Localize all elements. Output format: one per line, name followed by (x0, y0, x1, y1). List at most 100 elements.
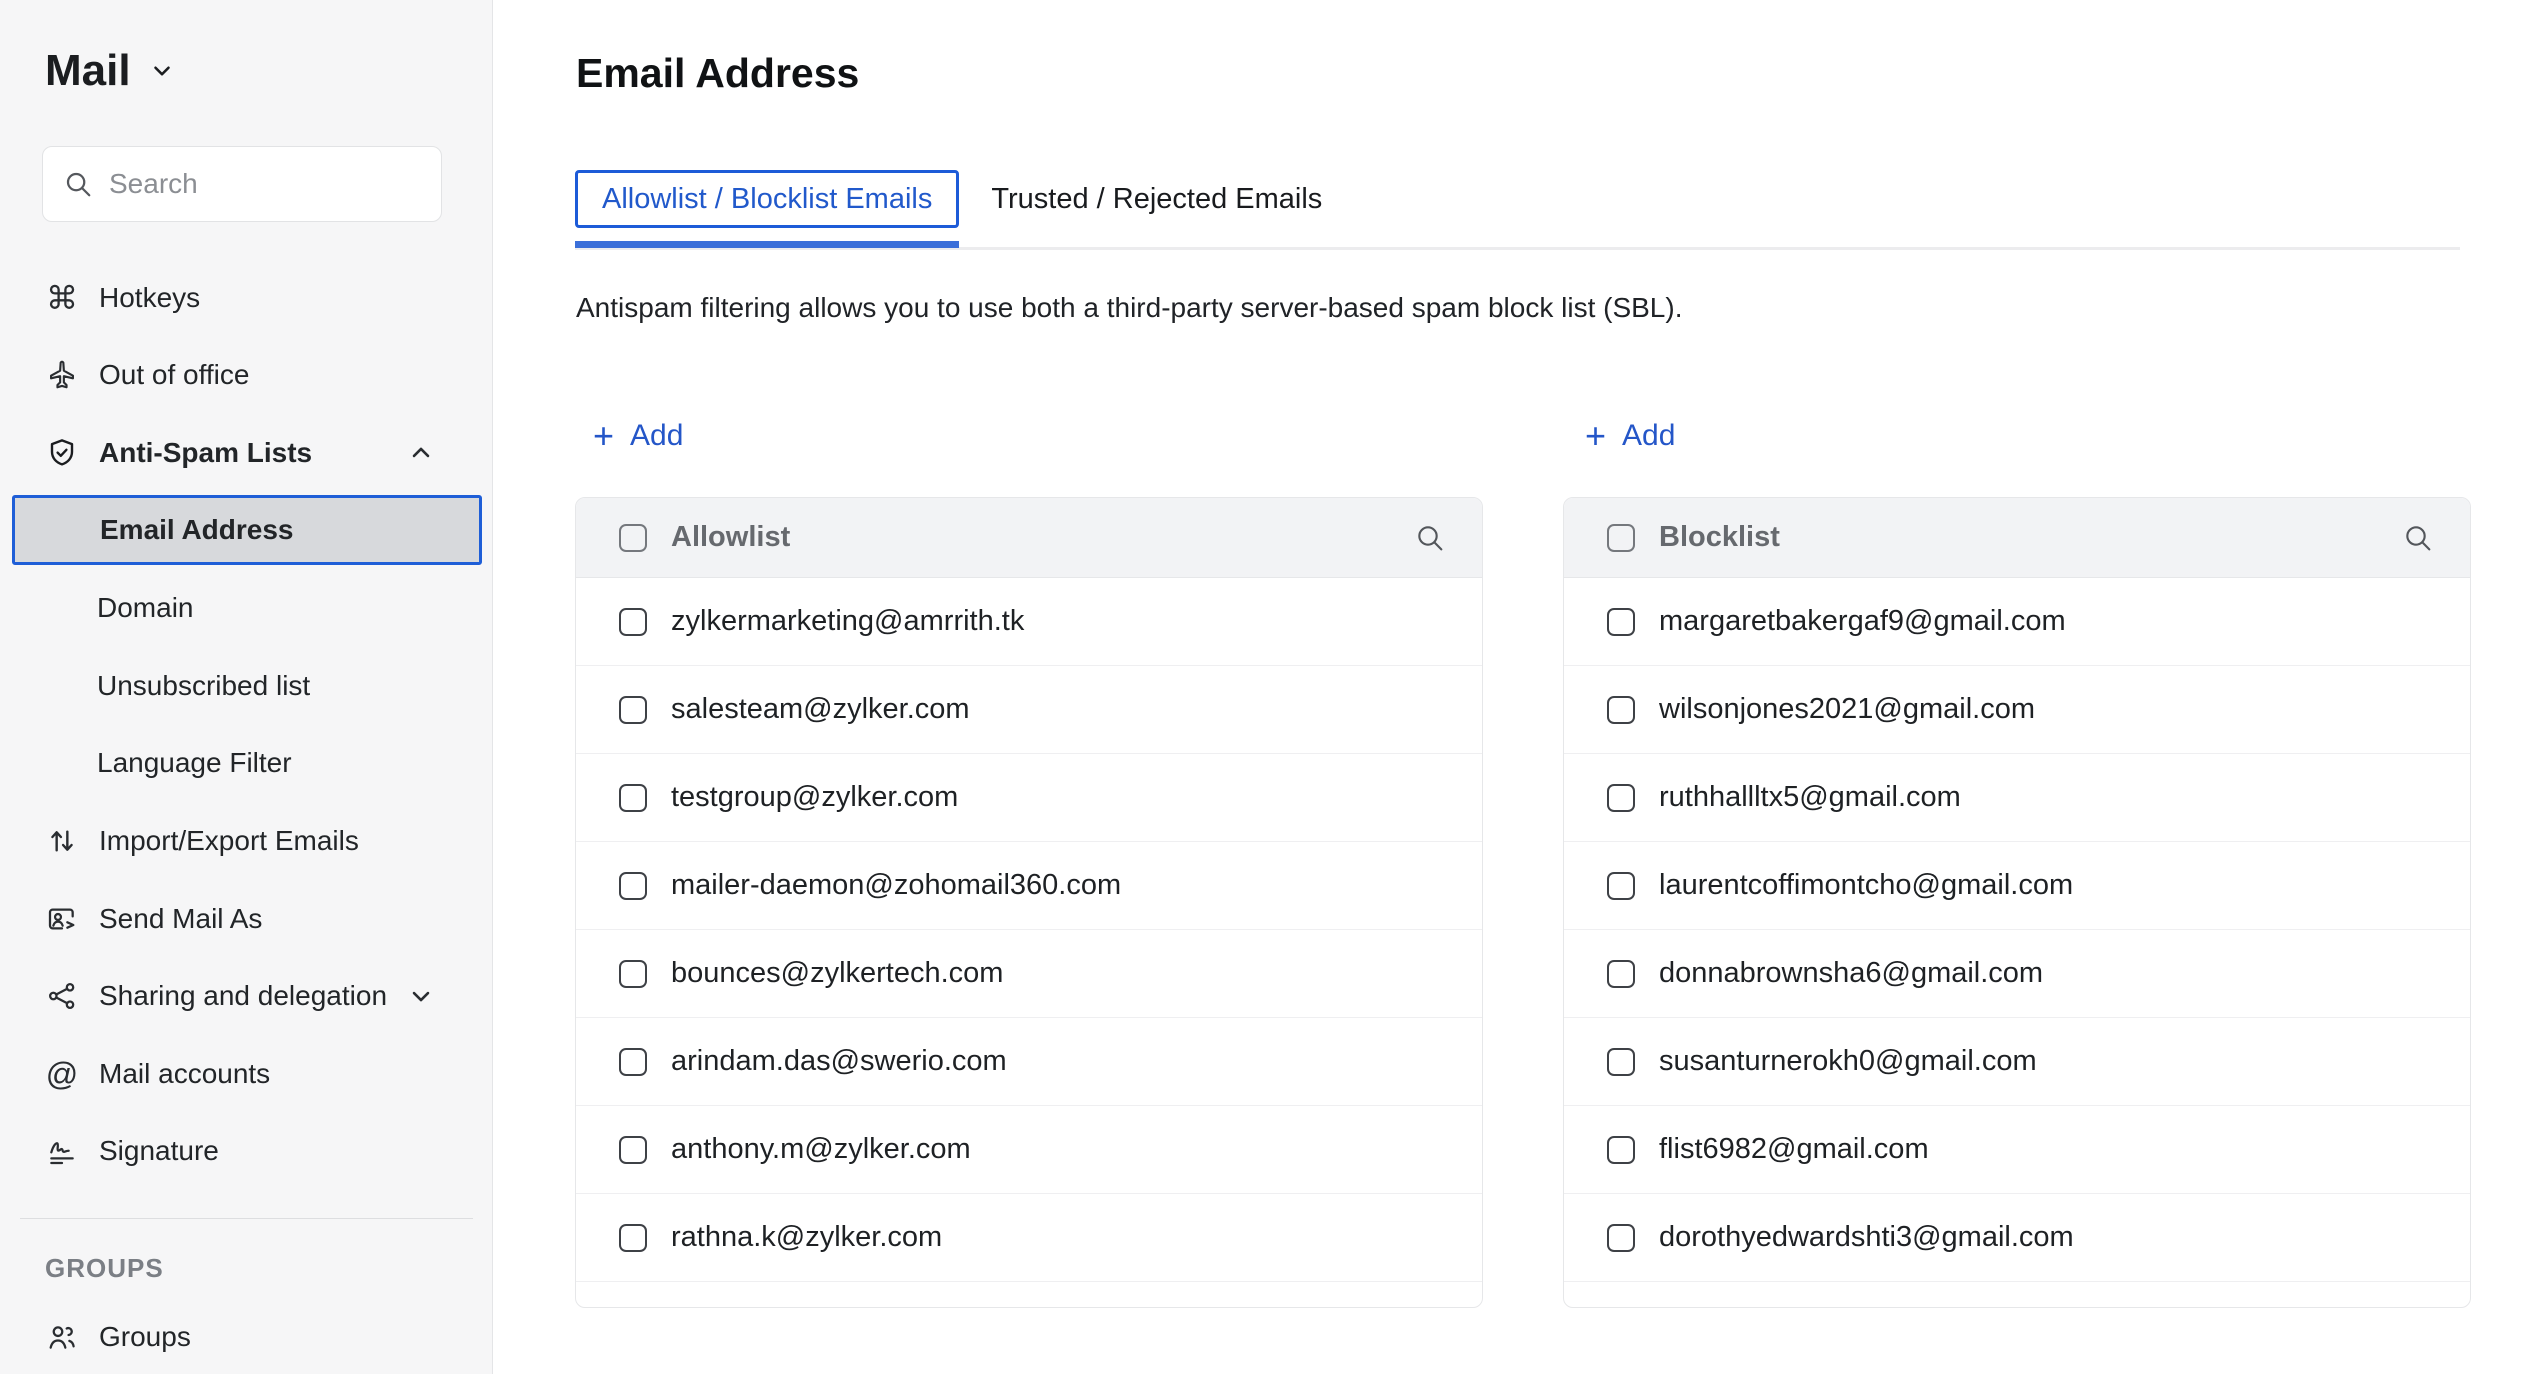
page-description: Antispam filtering allows you to use bot… (576, 292, 1683, 323)
select-all-checkbox[interactable] (619, 523, 647, 552)
add-button-label: Add (630, 419, 684, 452)
checkbox[interactable] (619, 1135, 647, 1164)
list-item: mailer-daemon@zohomail360.com (576, 842, 1482, 930)
email-text: anthony.m@zylker.com (671, 1133, 971, 1165)
app-title-label: Mail (45, 46, 131, 95)
sidebar-item-label: Anti-Spam Lists (99, 436, 313, 468)
email-text: margaretbakergaf9@gmail.com (1659, 605, 2066, 637)
sidebar-item-label: Hotkeys (99, 281, 201, 313)
settings-sidebar: Mail ⌘ Hotkeys Out of office Anti-Spam L… (0, 0, 493, 1374)
email-text: rathna.k@zylker.com (671, 1221, 943, 1253)
sidebar-item-email-address[interactable]: Email Address (12, 494, 482, 566)
sidebar-groups-section: Groups (0, 1298, 493, 1376)
tab-label: Trusted / Rejected Emails (991, 182, 1323, 215)
chevron-down-icon[interactable] (407, 982, 435, 1010)
list-item: arindam.das@swerio.com (576, 1018, 1482, 1106)
email-text: arindam.das@swerio.com (671, 1045, 1007, 1077)
add-button-label: Add (1622, 419, 1676, 452)
select-all-checkbox[interactable] (1607, 523, 1635, 552)
list-item: susanturnerokh0@gmail.com (1564, 1018, 2470, 1106)
checkbox[interactable] (619, 1223, 647, 1252)
sidebar-item-domain[interactable]: Domain (0, 569, 493, 647)
airplane-icon (45, 359, 79, 391)
sidebar-item-label: Out of office (99, 359, 250, 391)
blocklist-add-button[interactable]: + Add (1585, 418, 1675, 454)
sidebar-item-language-filter[interactable]: Language Filter (0, 725, 493, 803)
sidebar-item-out-of-office[interactable]: Out of office (0, 337, 493, 415)
sidebar-item-label: Language Filter (97, 747, 292, 779)
email-text: donnabrownsha6@gmail.com (1659, 957, 2044, 989)
checkbox[interactable] (619, 959, 647, 988)
checkbox[interactable] (1607, 1135, 1635, 1164)
checkbox[interactable] (1607, 1223, 1635, 1252)
list-item: laurentcoffimontcho@gmail.com (1564, 842, 2470, 930)
sidebar-item-mail-accounts[interactable]: @ Mail accounts (0, 1035, 493, 1113)
sidebar-item-groups[interactable]: Groups (0, 1298, 493, 1376)
search-icon[interactable] (2402, 522, 2434, 554)
sidebar-item-hotkeys[interactable]: ⌘ Hotkeys (0, 259, 493, 337)
sidebar-item-label: Mail accounts (99, 1057, 271, 1089)
list-item: zylkermarketing@amrrith.tk (576, 578, 1482, 666)
at-icon: @ (45, 1055, 79, 1092)
checkbox[interactable] (619, 607, 647, 636)
search-input[interactable] (109, 168, 470, 200)
sidebar-item-signature[interactable]: Signature (0, 1113, 493, 1191)
sidebar-item-label: Groups (99, 1320, 191, 1352)
sidebar-item-label: Signature (99, 1135, 219, 1167)
allowlist-panel: Allowlist zylkermarketing@amrrith.tk sal… (575, 497, 1483, 1308)
sidebar-nav: ⌘ Hotkeys Out of office Anti-Spam Lists … (0, 259, 493, 1190)
chevron-up-icon[interactable] (407, 439, 435, 467)
sidebar-item-label: Sharing and delegation (99, 980, 388, 1012)
email-text: wilsonjones2021@gmail.com (1659, 693, 2036, 725)
checkbox[interactable] (619, 695, 647, 724)
search-icon (63, 169, 93, 199)
allowlist-add-button[interactable]: + Add (593, 418, 683, 454)
tab-trusted-rejected-emails[interactable]: Trusted / Rejected Emails (987, 170, 1326, 228)
checkbox[interactable] (619, 871, 647, 900)
allowlist-panel-header: Allowlist (576, 498, 1482, 578)
panel-title: Blocklist (1659, 521, 1780, 553)
checkbox[interactable] (1607, 959, 1635, 988)
blocklist-panel: Blocklist margaretbakergaf9@gmail.com wi… (1563, 497, 2471, 1308)
list-item: bounces@zylkertech.com (576, 930, 1482, 1018)
search-icon[interactable] (1414, 522, 1446, 554)
checkbox[interactable] (619, 1047, 647, 1076)
sidebar-search[interactable] (42, 146, 470, 222)
checkbox[interactable] (1607, 871, 1635, 900)
email-text: zylkermarketing@amrrith.tk (671, 605, 1025, 637)
sidebar-item-label: Domain (97, 592, 194, 624)
active-tab-underline (575, 241, 960, 248)
import-export-icon (45, 825, 79, 857)
list-item: anthony.m@zylker.com (576, 1106, 1482, 1194)
checkbox[interactable] (1607, 607, 1635, 636)
sidebar-item-sharing-and-delegation[interactable]: Sharing and delegation (0, 957, 493, 1035)
checkbox[interactable] (619, 783, 647, 812)
checkbox[interactable] (1607, 783, 1635, 812)
shield-check-icon (45, 437, 79, 469)
checkbox[interactable] (1607, 1047, 1635, 1076)
sidebar-item-import-export-emails[interactable]: Import/Export Emails (0, 802, 493, 880)
tab-strip: Allowlist / Blocklist Emails Trusted / R… (575, 170, 2460, 250)
list-item: margaretbakergaf9@gmail.com (1564, 578, 2470, 666)
send-mail-as-icon (45, 903, 79, 935)
email-text: susanturnerokh0@gmail.com (1659, 1045, 2037, 1077)
sidebar-divider (20, 1218, 473, 1219)
sidebar-item-anti-spam-lists[interactable]: Anti-Spam Lists (0, 414, 493, 492)
app-switcher[interactable]: Mail (45, 46, 175, 96)
checkbox[interactable] (1607, 695, 1635, 724)
list-item: ruthhallltx5@gmail.com (1564, 754, 2470, 842)
plus-icon: + (1585, 415, 1607, 456)
tab-allowlist-blocklist-emails[interactable]: Allowlist / Blocklist Emails (575, 170, 960, 248)
list-item: rathna.k@zylker.com (576, 1194, 1482, 1282)
list-item: wilsonjones2021@gmail.com (1564, 666, 2470, 754)
list-item: flist6982@gmail.com (1564, 1106, 2470, 1194)
sidebar-item-label: Send Mail As (99, 902, 263, 934)
share-icon (45, 980, 79, 1012)
command-icon: ⌘ (46, 279, 78, 316)
blocklist-panel-header: Blocklist (1564, 498, 2470, 578)
page-title: Email Address (576, 50, 860, 96)
tab-label: Allowlist / Blocklist Emails (602, 182, 933, 215)
sidebar-item-unsubscribed-list[interactable]: Unsubscribed list (0, 647, 493, 725)
list-item: donnabrownsha6@gmail.com (1564, 930, 2470, 1018)
sidebar-item-send-mail-as[interactable]: Send Mail As (0, 880, 493, 958)
